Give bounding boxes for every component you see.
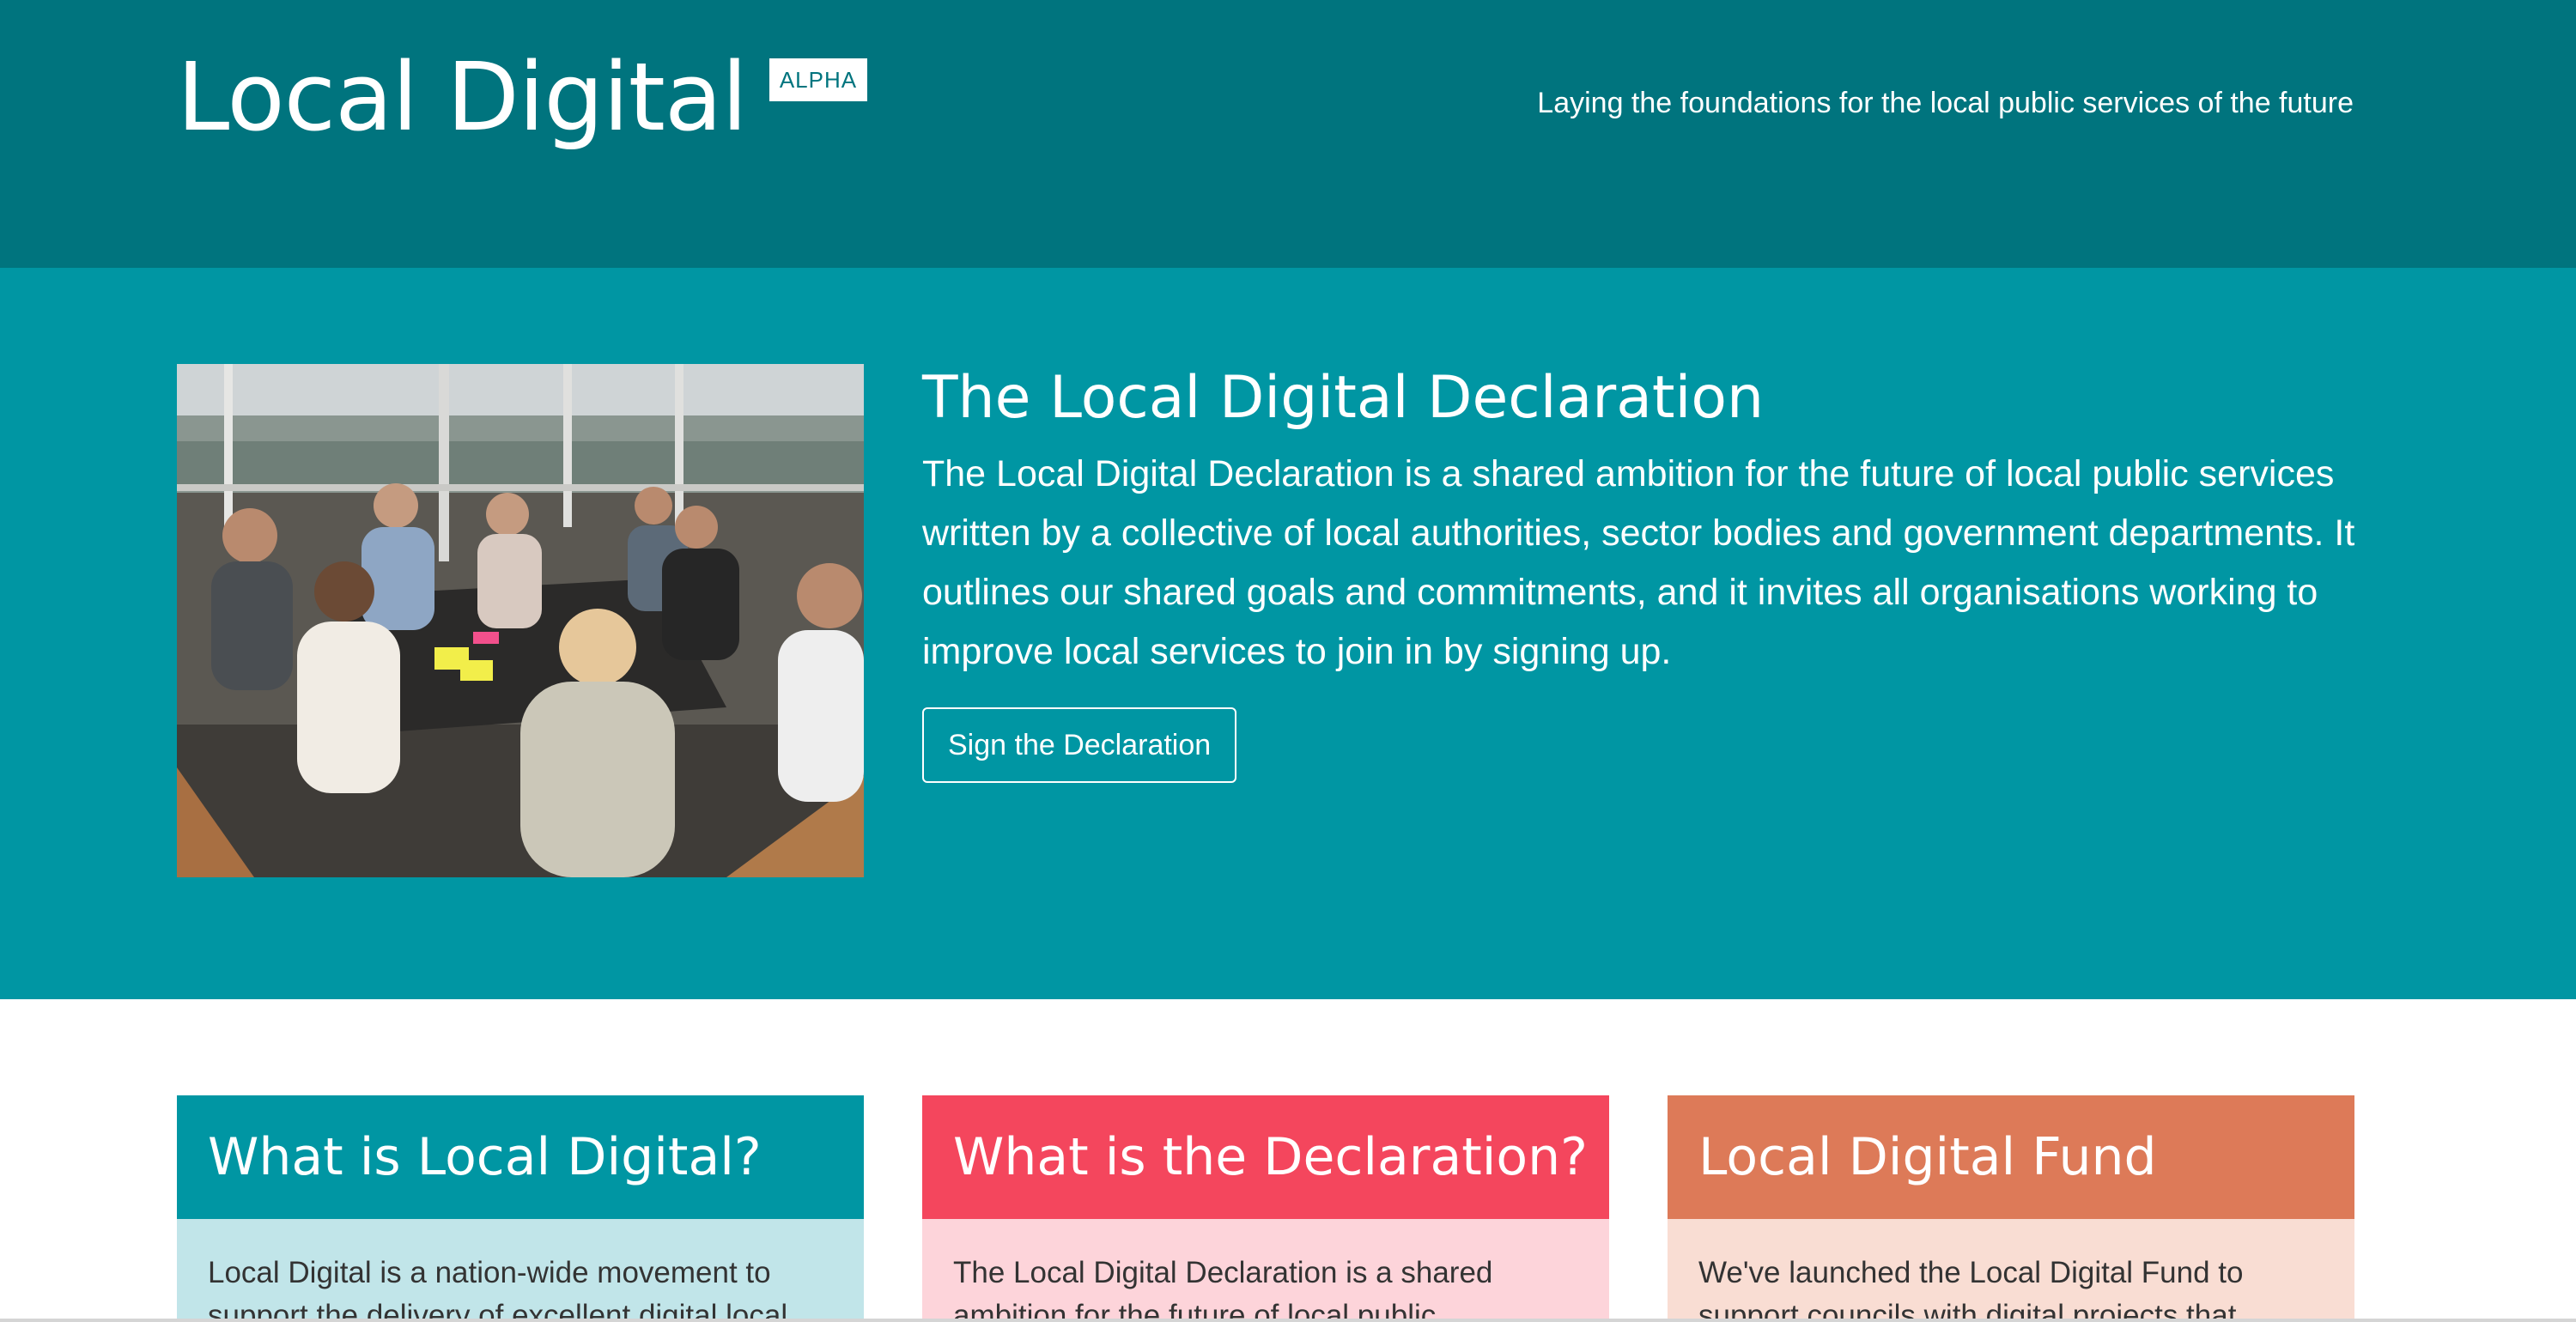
brand[interactable]: Local Digital ALPHA [177, 34, 868, 160]
hero-title: The Local Digital Declaration [922, 364, 1765, 432]
site-tagline: Laying the foundations for the local pub… [1537, 87, 2354, 119]
card-text: The Local Digital Declaration is a share… [922, 1219, 1609, 1322]
info-cards: What is Local Digital? Local Digital is … [177, 1095, 2354, 1322]
card-local-digital-fund[interactable]: Local Digital Fund We've launched the Lo… [1668, 1095, 2354, 1322]
hero-content: The Local Digital Declaration The Local … [922, 361, 2365, 783]
hero-section: The Local Digital Declaration The Local … [0, 268, 2576, 999]
card-what-is-declaration[interactable]: What is the Declaration? The Local Digit… [922, 1095, 1609, 1322]
site-header: Local Digital ALPHA Laying the foundatio… [0, 0, 2576, 268]
meeting-photo [177, 364, 864, 877]
hero-description: The Local Digital Declaration is a share… [922, 453, 2355, 672]
viewport-divider [0, 1319, 2576, 1322]
card-title[interactable]: Local Digital Fund [1668, 1095, 2354, 1219]
phase-badge: ALPHA [769, 58, 868, 101]
card-what-is-local-digital[interactable]: What is Local Digital? Local Digital is … [177, 1095, 864, 1322]
card-text: Local Digital is a nation-wide movement … [177, 1219, 864, 1322]
site-title[interactable]: Local Digital [177, 34, 748, 160]
card-title[interactable]: What is the Declaration? [922, 1095, 1609, 1219]
card-title[interactable]: What is Local Digital? [177, 1095, 864, 1219]
card-text: We've launched the Local Digital Fund to… [1668, 1219, 2354, 1322]
sign-declaration-button[interactable]: Sign the Declaration [922, 707, 1237, 783]
